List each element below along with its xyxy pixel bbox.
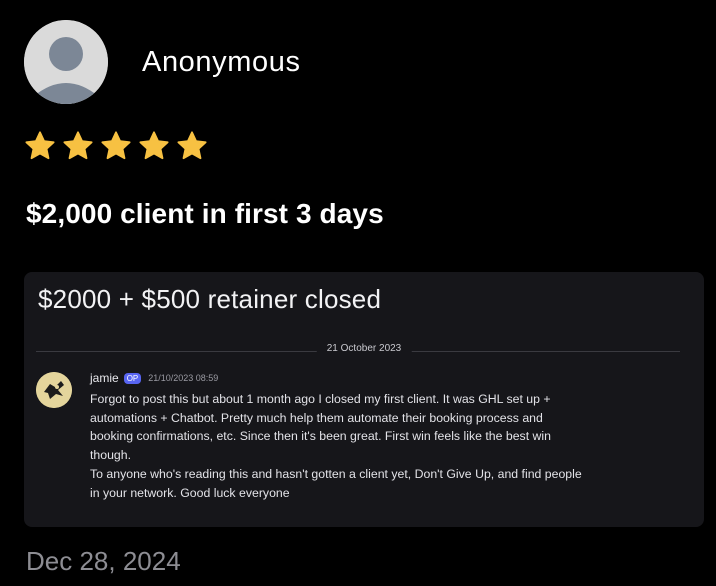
message-author: jamie: [90, 371, 119, 385]
star-icon: [101, 131, 131, 160]
star-icon: [25, 131, 55, 160]
message-header: jamie OP 21/10/2023 08:59: [90, 371, 218, 385]
thread-title: $2000 + $500 retainer closed: [38, 284, 382, 314]
star-icon: [177, 131, 207, 160]
review-date: Dec 28, 2024: [26, 546, 181, 576]
star-icon: [139, 131, 169, 160]
message-timestamp: 21/10/2023 08:59: [148, 373, 219, 383]
star-icon: [63, 131, 93, 160]
op-badge: OP: [123, 372, 142, 384]
message-body: Forgot to post this but about 1 month ag…: [90, 392, 582, 500]
default-avatar-icon: [24, 20, 108, 104]
reviewer-name: Anonymous: [142, 45, 301, 78]
attached-screenshot[interactable]: $2000 + $500 retainer closed 21 October …: [24, 272, 704, 527]
review-header: Anonymous: [24, 20, 301, 104]
date-separator: 21 October 2023: [316, 343, 412, 354]
user-avatar-icon: [36, 372, 72, 408]
review-title: $2,000 client in first 3 days: [26, 198, 384, 229]
star-rating: [24, 130, 208, 162]
